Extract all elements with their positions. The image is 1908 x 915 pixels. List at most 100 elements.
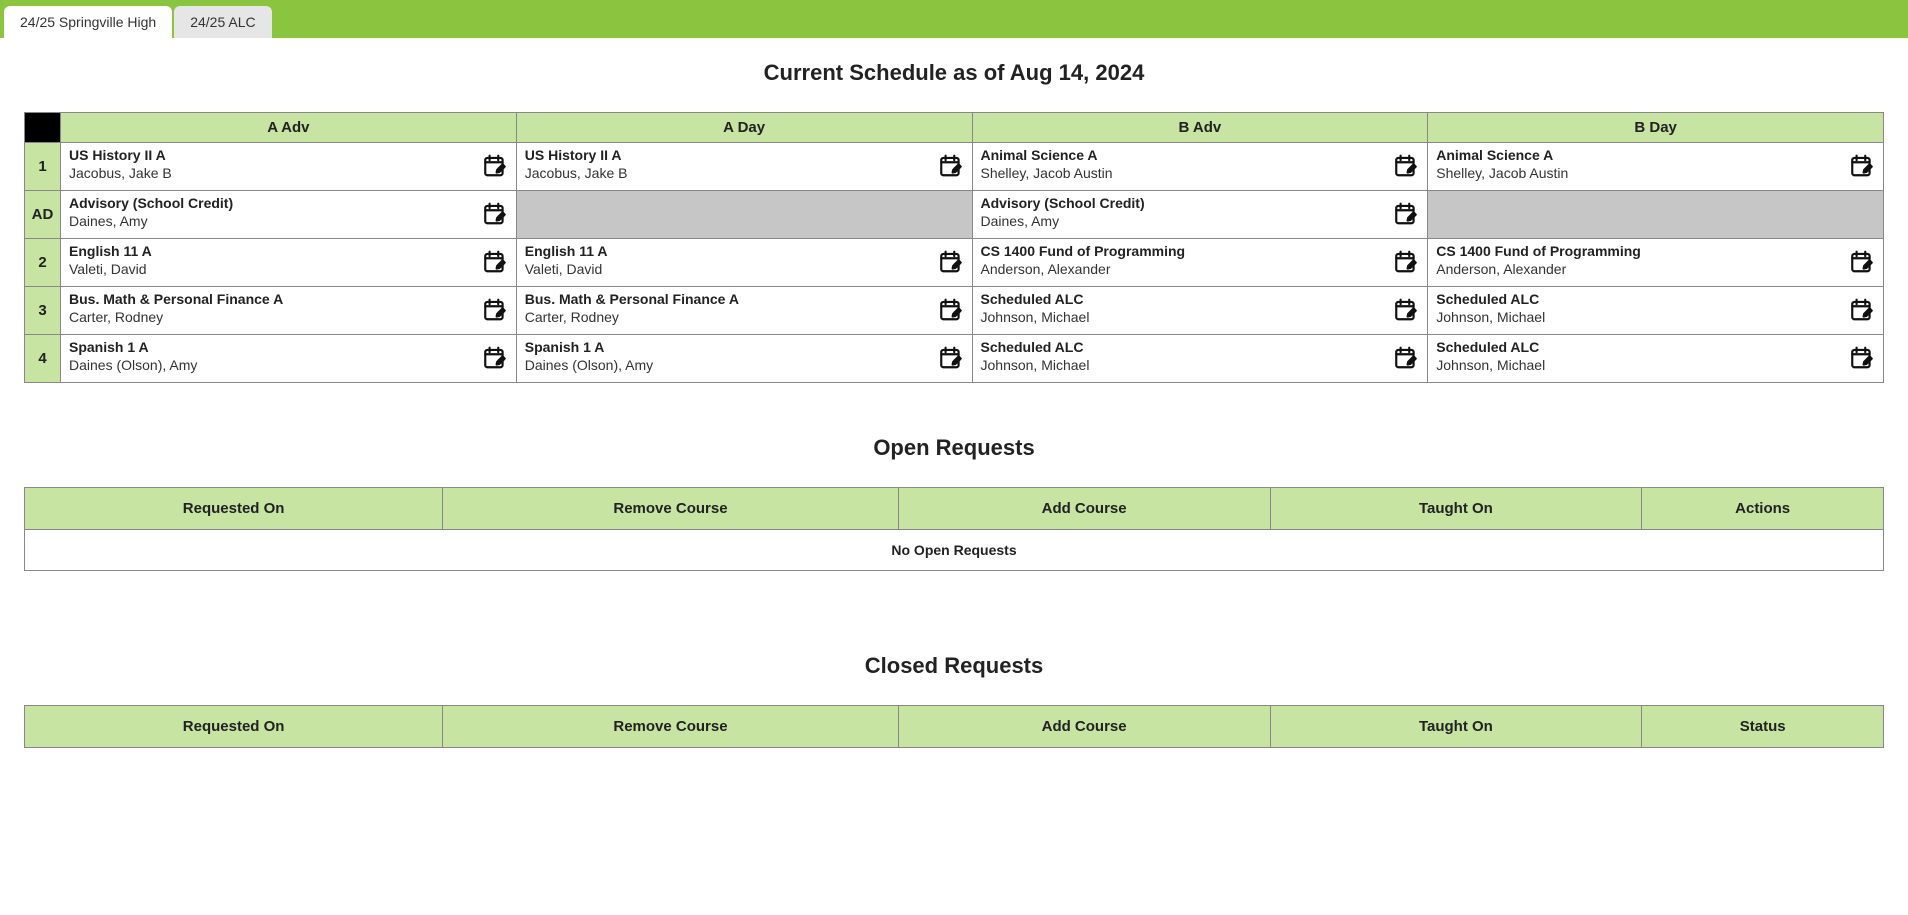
course-name: Scheduled ALC (981, 291, 1420, 307)
schedule-cell: Scheduled ALC Johnson, Michael (1428, 335, 1884, 383)
edit-schedule-icon[interactable] (482, 248, 508, 277)
teacher-name: Johnson, Michael (981, 309, 1420, 325)
teacher-name: Daines (Olson), Amy (69, 357, 508, 373)
open-requests-title: Open Requests (24, 435, 1884, 461)
teacher-name: Carter, Rodney (69, 309, 508, 325)
course-name: Scheduled ALC (1436, 291, 1875, 307)
edit-schedule-icon[interactable] (938, 152, 964, 181)
teacher-name: Valeti, David (69, 261, 508, 277)
schedule-corner (25, 113, 61, 143)
top-bar: 24/25 Springville High 24/25 ALC (0, 0, 1908, 38)
schedule-cell: English 11 A Valeti, David (61, 239, 517, 287)
col-b-day: B Day (1428, 113, 1884, 143)
teacher-name: Valeti, David (525, 261, 964, 277)
schedule-cell: US History II A Jacobus, Jake B (516, 143, 972, 191)
open-col-add-course: Add Course (898, 488, 1270, 530)
course-name: Scheduled ALC (1436, 339, 1875, 355)
row-head-1: 1 (25, 143, 61, 191)
teacher-name: Shelley, Jacob Austin (1436, 165, 1875, 181)
tab-springville[interactable]: 24/25 Springville High (4, 6, 172, 38)
course-name: Scheduled ALC (981, 339, 1420, 355)
schedule-cell: Advisory (School Credit) Daines, Amy (972, 191, 1428, 239)
teacher-name: Anderson, Alexander (981, 261, 1420, 277)
closed-col-requested-on: Requested On (25, 706, 443, 748)
edit-schedule-icon[interactable] (1393, 296, 1419, 325)
edit-schedule-icon[interactable] (938, 296, 964, 325)
closed-col-status: Status (1642, 706, 1884, 748)
schedule-cell: CS 1400 Fund of Programming Anderson, Ale… (972, 239, 1428, 287)
edit-schedule-icon[interactable] (1849, 344, 1875, 373)
edit-schedule-icon[interactable] (482, 296, 508, 325)
open-col-taught-on: Taught On (1270, 488, 1642, 530)
edit-schedule-icon[interactable] (1849, 296, 1875, 325)
course-name: CS 1400 Fund of Programming (981, 243, 1420, 259)
teacher-name: Jacobus, Jake B (525, 165, 964, 181)
col-a-adv: A Adv (61, 113, 517, 143)
closed-requests-title: Closed Requests (24, 653, 1884, 679)
edit-schedule-icon[interactable] (482, 152, 508, 181)
schedule-cell: Animal Science A Shelley, Jacob Austin (972, 143, 1428, 191)
edit-schedule-icon[interactable] (938, 344, 964, 373)
edit-schedule-icon[interactable] (482, 200, 508, 229)
edit-schedule-icon[interactable] (1849, 248, 1875, 277)
edit-schedule-icon[interactable] (1393, 248, 1419, 277)
schedule-cell-blank (1428, 191, 1884, 239)
edit-schedule-icon[interactable] (1393, 152, 1419, 181)
open-requests-empty: No Open Requests (25, 530, 1884, 571)
closed-col-remove-course: Remove Course (443, 706, 898, 748)
closed-col-add-course: Add Course (898, 706, 1270, 748)
teacher-name: Shelley, Jacob Austin (981, 165, 1420, 181)
course-name: English 11 A (525, 243, 964, 259)
schedule-title: Current Schedule as of Aug 14, 2024 (24, 60, 1884, 86)
teacher-name: Carter, Rodney (525, 309, 964, 325)
edit-schedule-icon[interactable] (1393, 200, 1419, 229)
teacher-name: Daines (Olson), Amy (525, 357, 964, 373)
course-name: US History II A (525, 147, 964, 163)
schedule-cell: Bus. Math & Personal Finance A Carter, Ro… (516, 287, 972, 335)
schedule-cell: Scheduled ALC Johnson, Michael (972, 287, 1428, 335)
course-name: English 11 A (69, 243, 508, 259)
course-name: Advisory (School Credit) (981, 195, 1420, 211)
edit-schedule-icon[interactable] (1849, 152, 1875, 181)
course-name: Animal Science A (981, 147, 1420, 163)
row-head-4: 4 (25, 335, 61, 383)
course-name: US History II A (69, 147, 508, 163)
teacher-name: Daines, Amy (981, 213, 1420, 229)
schedule-cell: Scheduled ALC Johnson, Michael (1428, 287, 1884, 335)
schedule-cell: Spanish 1 ADaines (Olson), Amy (516, 335, 972, 383)
col-b-adv: B Adv (972, 113, 1428, 143)
course-name: Advisory (School Credit) (69, 195, 508, 211)
teacher-name: Johnson, Michael (1436, 357, 1875, 373)
schedule-cell: Scheduled ALC Johnson, Michael (972, 335, 1428, 383)
schedule-table: A Adv A Day B Adv B Day 1US History II A… (24, 112, 1884, 383)
closed-col-taught-on: Taught On (1270, 706, 1642, 748)
schedule-cell: Bus. Math & Personal Finance A Carter, Ro… (61, 287, 517, 335)
schedule-cell: Animal Science A Shelley, Jacob Austin (1428, 143, 1884, 191)
course-name: Animal Science A (1436, 147, 1875, 163)
teacher-name: Anderson, Alexander (1436, 261, 1875, 277)
open-requests-table: Requested On Remove Course Add Course Ta… (24, 487, 1884, 571)
open-col-actions: Actions (1642, 488, 1884, 530)
open-col-remove-course: Remove Course (443, 488, 898, 530)
course-name: CS 1400 Fund of Programming (1436, 243, 1875, 259)
schedule-cell: US History II AJacobus, Jake B (61, 143, 517, 191)
schedule-cell: CS 1400 Fund of Programming Anderson, Ale… (1428, 239, 1884, 287)
edit-schedule-icon[interactable] (482, 344, 508, 373)
edit-schedule-icon[interactable] (1393, 344, 1419, 373)
row-head-2: 2 (25, 239, 61, 287)
course-name: Bus. Math & Personal Finance A (69, 291, 508, 307)
schedule-cell: English 11 A Valeti, David (516, 239, 972, 287)
schedule-cell: Advisory (School Credit) Daines, Amy (61, 191, 517, 239)
edit-schedule-icon[interactable] (938, 248, 964, 277)
course-name: Spanish 1 A (69, 339, 508, 355)
closed-requests-table: Requested On Remove Course Add Course Ta… (24, 705, 1884, 748)
open-col-requested-on: Requested On (25, 488, 443, 530)
tab-alc[interactable]: 24/25 ALC (174, 6, 271, 38)
teacher-name: Daines, Amy (69, 213, 508, 229)
teacher-name: Johnson, Michael (1436, 309, 1875, 325)
row-head-3: 3 (25, 287, 61, 335)
schedule-cell: Spanish 1 A Daines (Olson), Amy (61, 335, 517, 383)
row-head-AD: AD (25, 191, 61, 239)
course-name: Bus. Math & Personal Finance A (525, 291, 964, 307)
teacher-name: Johnson, Michael (981, 357, 1420, 373)
